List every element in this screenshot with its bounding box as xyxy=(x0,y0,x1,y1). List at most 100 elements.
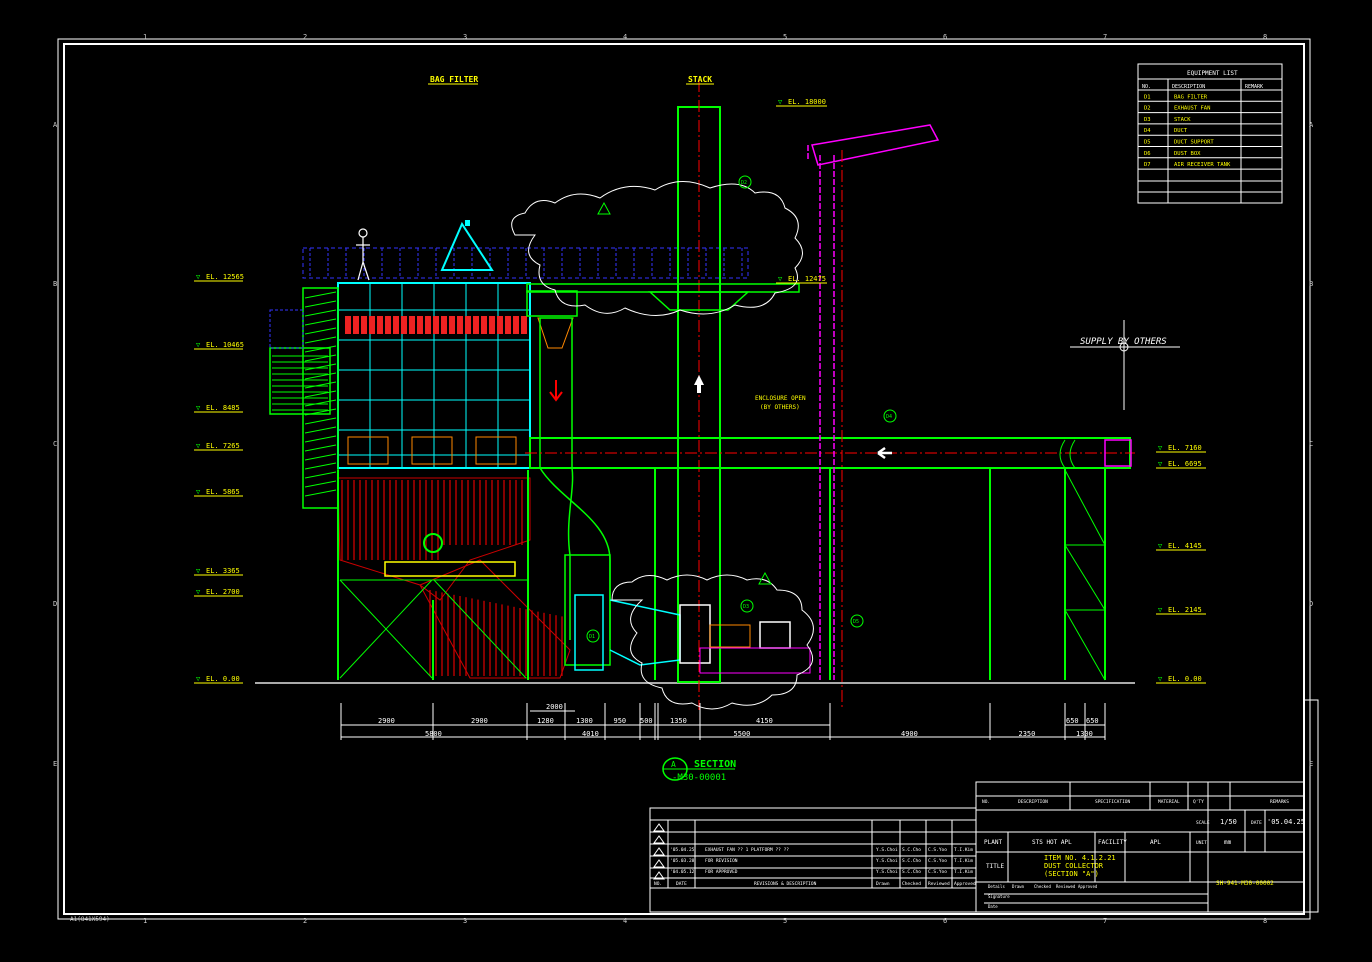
sign-row-label: Details xyxy=(988,884,1005,889)
dimension-value: 500 xyxy=(640,717,653,725)
scale-value: 1/50 xyxy=(1220,818,1237,826)
elevation-mark: ▽ xyxy=(196,341,201,349)
revision-cell: FOR REVISION xyxy=(705,858,738,864)
revision-cell: T.I.Kim xyxy=(954,858,973,864)
bom-header: DESCRIPTION xyxy=(1018,799,1048,805)
revision-header: Checked xyxy=(902,881,921,887)
bom-header: SPECIFICATION xyxy=(1095,799,1131,805)
equipment-cell: D5 xyxy=(1144,140,1151,146)
revision-cell: C.S.Yoo xyxy=(928,858,947,864)
column-ref-bottom: 1 xyxy=(143,917,147,925)
row-ref-left: E xyxy=(53,760,57,768)
dimension-value: 1300 xyxy=(1076,730,1093,738)
column-ref-top: 7 xyxy=(1103,33,1107,41)
sign-col-label: Approved xyxy=(1078,884,1098,889)
elevation-mark: ▽ xyxy=(1158,444,1163,452)
sheet-outer-border xyxy=(57,38,1311,920)
elevation-mark: ▽ xyxy=(1158,542,1163,550)
main-duct xyxy=(525,437,1135,469)
equipment-cell: DUCT SUPPORT xyxy=(1174,140,1214,146)
elevation-label: EL. 18000 xyxy=(788,98,826,106)
dimension-value: 1300 xyxy=(576,717,593,725)
elevation-mark: ▽ xyxy=(778,98,783,106)
dimension-value: 2900 xyxy=(378,717,395,725)
stack-label: STACK xyxy=(688,75,712,84)
unit-value: mm xyxy=(1224,839,1232,846)
elevation-label: EL. 6695 xyxy=(1168,460,1202,468)
column-ref-top: 1 xyxy=(143,33,147,41)
unit-label: UNIT xyxy=(1196,840,1207,846)
section-ref: -M30-00001 xyxy=(672,773,726,783)
revision-cell: Y.S.Choi xyxy=(876,869,898,875)
revision-cell: '05.03.28 xyxy=(670,858,695,864)
sign-col-label: Reviewed xyxy=(1056,884,1076,889)
elevation-label: EL. 10465 xyxy=(206,341,244,349)
elevation-label: EL. 2145 xyxy=(1168,606,1202,614)
column-ref-top: 2 xyxy=(303,33,307,41)
dimension-value: 1350 xyxy=(670,717,687,725)
revision-header: Approved xyxy=(954,881,976,887)
equipment-cell: DUST BOX xyxy=(1174,151,1201,157)
revision-cloud-fan xyxy=(611,574,814,710)
sign-col-label: Drawn xyxy=(1012,884,1025,889)
column-ref-bottom: 4 xyxy=(623,917,627,925)
equipment-cell: EXHAUST FAN xyxy=(1174,106,1210,112)
column-ref-bottom: 3 xyxy=(463,917,467,925)
elevation-label: EL. 12565 xyxy=(206,273,244,281)
revision-header: Reviewed xyxy=(928,881,950,887)
bom-header: Q'TY xyxy=(1193,799,1204,805)
section-letter: A xyxy=(671,760,676,769)
sign-row-label: Date xyxy=(988,904,998,909)
revision-cell: FOR APPROVED xyxy=(705,869,738,875)
sign-col-label: Checked xyxy=(1034,884,1051,889)
elevation-mark: ▽ xyxy=(1158,460,1163,468)
enclosure-label-2: (BY OTHERS) xyxy=(760,404,800,411)
elevation-label: EL. 3365 xyxy=(206,567,240,575)
row-ref-right: B xyxy=(1309,280,1313,288)
elevation-label: EL. 7160 xyxy=(1168,444,1202,452)
dimension-value: 650 xyxy=(1066,717,1079,725)
revision-cell: S.C.Cho xyxy=(902,847,921,853)
revision-cell: C.S.Yoo xyxy=(928,847,947,853)
revision-cell: S.C.Cho xyxy=(902,858,921,864)
dimension-value: 2350 xyxy=(1019,730,1036,738)
column-ref-top: 4 xyxy=(623,33,627,41)
row-ref-right: D xyxy=(1309,600,1313,608)
column-ref-top: 5 xyxy=(783,33,787,41)
equipment-cell: D4 xyxy=(1144,128,1151,134)
revision-header: NO. xyxy=(654,881,662,887)
dimension-value: 650 xyxy=(1086,717,1099,725)
facility-label: FACILITY xyxy=(1098,839,1127,846)
date-value: '05.04.25 xyxy=(1267,818,1305,826)
elevation-mark: ▽ xyxy=(196,488,201,496)
callout-text: D4 xyxy=(886,414,892,420)
cad-drawing: 1 1 2 2 3 3 4 4 5 5 6 6 7 7 8 8 A A B B C C D D E E A1(841X594) xyxy=(53,33,1319,925)
date-label: DATE xyxy=(1251,820,1262,826)
sheet-size-label: A1(841X594) xyxy=(70,916,110,923)
elevation-label: EL. 7265 xyxy=(206,442,240,450)
callout-text: D1 xyxy=(589,634,595,640)
grid-reference-labels: 1 1 2 2 3 3 4 4 5 5 6 6 7 7 8 8 A A B B C C D D E E xyxy=(53,33,1314,925)
elevation-label: EL. 5865 xyxy=(206,488,240,496)
scale-label: SCALE xyxy=(1196,820,1210,826)
bag-filter xyxy=(269,220,749,680)
equipment-cell: D2 xyxy=(1144,106,1151,112)
revision-cell: EXHAUST FAN ?? 1 PLATFORM ?? ?? xyxy=(705,847,789,853)
enclosure-label-1: ENCLOSURE OPEN xyxy=(755,395,806,402)
revision-cell: '04.05.12 xyxy=(670,869,695,875)
column-ref-bottom: 6 xyxy=(943,917,947,925)
dimension-value: 950 xyxy=(614,717,627,725)
revision-header: DATE xyxy=(676,881,687,887)
row-ref-right: C xyxy=(1309,440,1313,448)
revision-cell: T.I.Kim xyxy=(954,869,973,875)
callout-text: D3 xyxy=(743,604,749,610)
sheet-inner-border xyxy=(63,43,1305,915)
revision-header: REVISIONS & DESCRIPTION xyxy=(754,881,817,887)
title-line: (SECTION "A") xyxy=(1044,870,1099,878)
revision-cell: Y.S.Choi xyxy=(876,847,898,853)
revision-cell: T.I.Kim xyxy=(954,847,973,853)
plant-label: PLANT xyxy=(984,839,1002,846)
row-ref-right: E xyxy=(1309,760,1313,768)
revision-cell: S.C.Cho xyxy=(902,869,921,875)
elevation-mark: ▽ xyxy=(196,273,201,281)
